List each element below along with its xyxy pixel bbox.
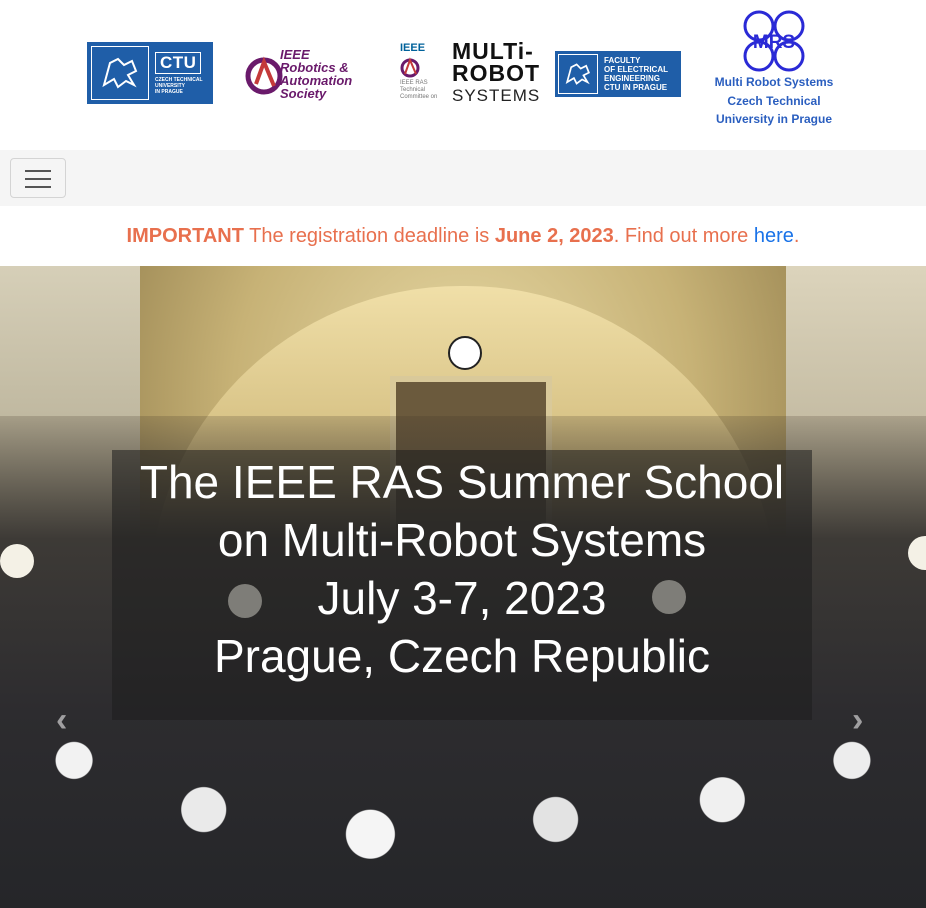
fee-ctu-logo[interactable]: FACULTY OF ELECTRICAL ENGINEERING CTU IN… bbox=[555, 51, 681, 97]
hero-title-line-1: The IEEE RAS Summer School bbox=[139, 456, 785, 508]
hero-title-line-2: on Multi-Robot Systems bbox=[217, 514, 707, 566]
multi-robot-mark: MULTi- ROBOT bbox=[452, 38, 541, 86]
announcement-text-2: . Find out more bbox=[613, 225, 754, 247]
ctu-logo-text: CZECH TECHNICAL UNIVERSITY IN PRAGUE bbox=[155, 76, 203, 95]
hero-date: July 3-7, 2023 bbox=[317, 572, 607, 624]
fee-logo-text: FACULTY OF ELECTRICAL ENGINEERING CTU IN… bbox=[604, 56, 668, 92]
mrs-caption-3: University in Prague bbox=[715, 112, 833, 126]
carousel-next-button[interactable]: › bbox=[852, 701, 863, 740]
navbar bbox=[0, 150, 926, 206]
deadline-date: June 2, 2023 bbox=[494, 225, 614, 247]
important-label: IMPORTANT bbox=[126, 225, 244, 247]
chevron-right-icon: › bbox=[852, 701, 864, 739]
navbar-toggle-button[interactable] bbox=[10, 158, 66, 198]
mrs-logo-icon: MRS bbox=[743, 10, 805, 72]
carousel-prev-button[interactable]: ‹ bbox=[56, 701, 67, 740]
wall-clock-icon bbox=[448, 336, 482, 370]
chevron-left-icon: ‹ bbox=[56, 701, 68, 739]
ctu-logo[interactable]: CTU CZECH TECHNICAL UNIVERSITY IN PRAGUE bbox=[87, 42, 213, 104]
tc-small-text: IEEE RAS Technical Committee on bbox=[400, 80, 438, 100]
hero-carousel: The IEEE RAS Summer School on Multi-Robo… bbox=[0, 266, 926, 908]
ras-emblem-icon bbox=[400, 57, 420, 78]
partner-logos: CTU CZECH TECHNICAL UNIVERSITY IN PRAGUE… bbox=[0, 0, 926, 150]
mrs-caption-2: Czech Technical bbox=[727, 93, 821, 108]
ieee-mark: IEEE bbox=[400, 42, 426, 54]
announcement-end: . bbox=[793, 225, 800, 247]
mrs-caption-1: Multi Robot Systems bbox=[714, 75, 834, 89]
announcement-text: The registration deadline is bbox=[243, 225, 495, 247]
announcement-banner: IMPORTANT The registration deadline is J… bbox=[0, 206, 926, 266]
lion-icon bbox=[558, 54, 598, 94]
lion-icon bbox=[91, 46, 149, 100]
ieee-ras-logo[interactable]: IEEE Robotics & Automation Society bbox=[242, 48, 372, 100]
mrs-technical-committee-logo[interactable]: IEEE IEEE RAS Technical Committee on MUL… bbox=[398, 40, 539, 106]
find-out-more-link[interactable]: here bbox=[754, 225, 794, 247]
systems-text: SYSTEMS bbox=[452, 86, 541, 105]
ieee-ras-text: IEEE Robotics & Automation Society bbox=[280, 47, 353, 101]
hero-caption: The IEEE RAS Summer School on Multi-Robo… bbox=[112, 450, 812, 720]
mrs-group-logo[interactable]: MRS Multi Robot Systems Czech Technical … bbox=[706, 8, 842, 140]
ctu-logo-mark: CTU bbox=[155, 51, 202, 74]
mrs-logo-mark: MRS bbox=[753, 32, 795, 53]
hero-location: Prague, Czech Republic bbox=[213, 630, 711, 682]
